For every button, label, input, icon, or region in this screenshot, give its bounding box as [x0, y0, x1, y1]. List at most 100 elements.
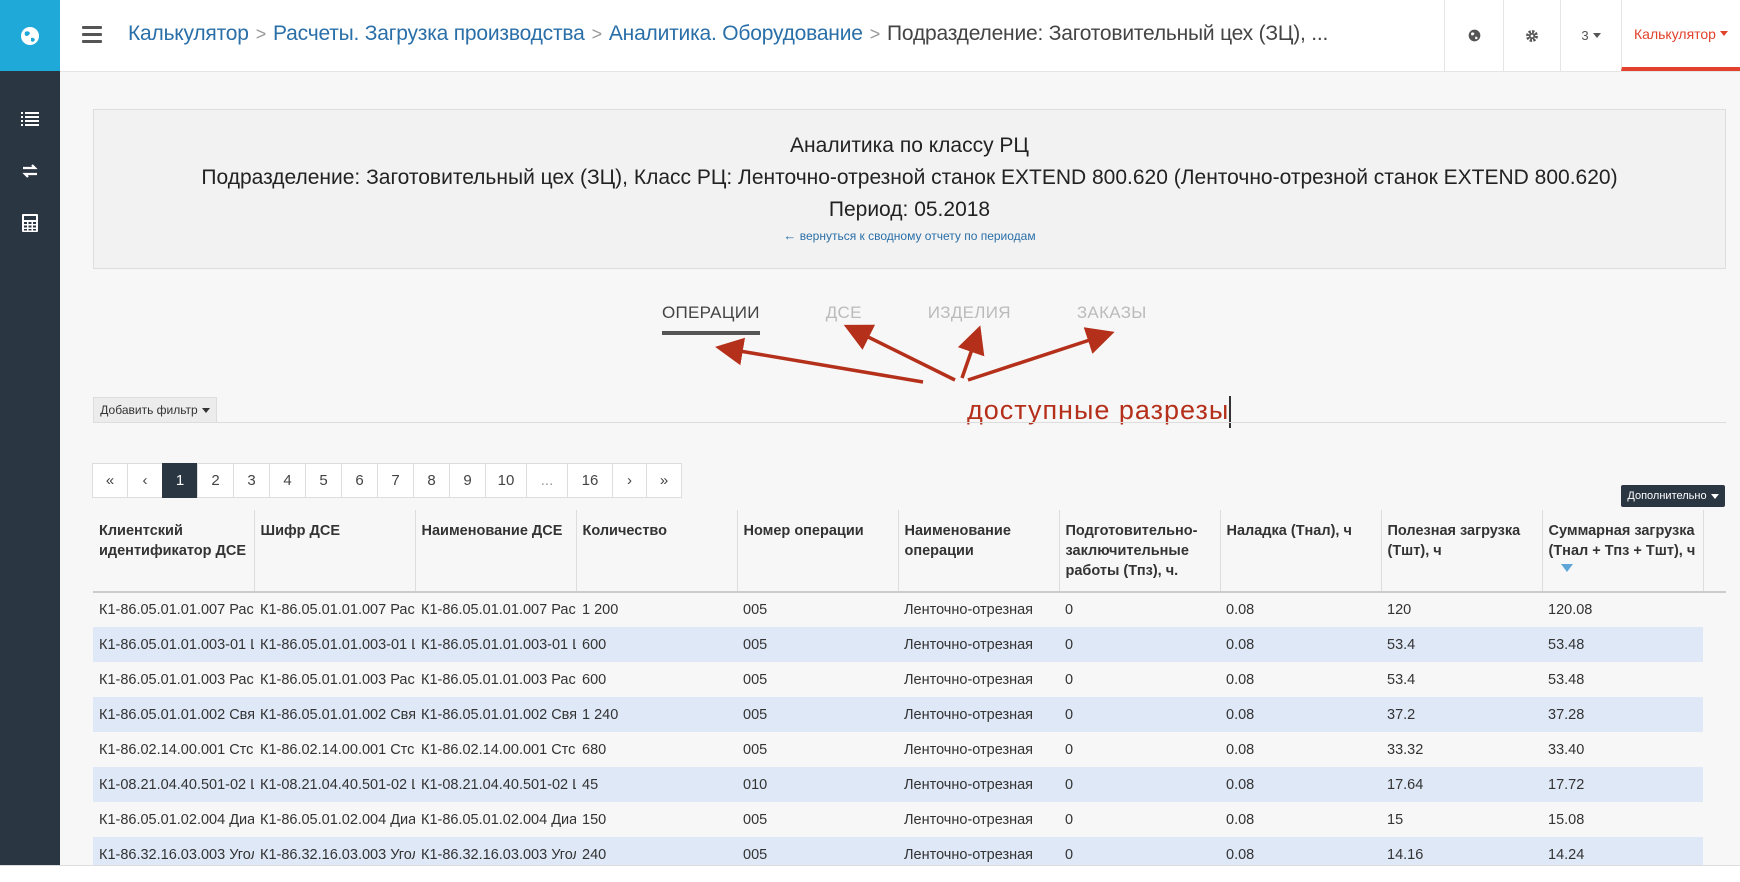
page-16[interactable]: 16: [567, 463, 613, 498]
table-row[interactable]: К1-86.02.14.00.001 Стс К1-86.02.14.00.001…: [93, 732, 1726, 767]
table-row[interactable]: К1-86.05.01.01.003 Рас К1-86.05.01.01.003…: [93, 662, 1726, 697]
annotation-arrow: [715, 337, 924, 384]
report-period: Период: 05.2018: [828, 198, 991, 221]
page-8[interactable]: 8: [413, 463, 450, 498]
breadcrumb: Калькулятор > Расчеты. Загрузка производст…: [128, 22, 1328, 46]
page-7[interactable]: 7: [377, 463, 414, 498]
globe-icon[interactable]: [1444, 0, 1503, 71]
chevron-right-icon: >: [869, 24, 881, 44]
bottom-bar: [0, 865, 1740, 882]
table-body: К1-86.05.01.01.007 Рас К1-86.05.01.01.007…: [93, 592, 1726, 872]
table-cell: К1-86.05.01.01.003 Рас: [99, 671, 254, 688]
pagination: « ‹ 1 2 3 4 5 6 7 8 9 10 ... 16 › »: [92, 463, 682, 498]
table-cell: 0.08: [1226, 741, 1255, 758]
column-header-sorted[interactable]: Суммарная загрузка (Тнал + Тпз + Тшт), ч: [1542, 510, 1704, 593]
page-prev[interactable]: ‹: [127, 463, 163, 498]
table-cell: 0: [1065, 811, 1074, 828]
more-options-label: Дополнительно: [1627, 490, 1707, 502]
page-3[interactable]: 3: [233, 463, 270, 498]
table-cell: 005: [737, 627, 898, 662]
column-header[interactable]: Полезная загрузка (Тшт), ч: [1381, 510, 1543, 593]
page-first[interactable]: «: [92, 463, 128, 498]
page-ellipsis: ...: [526, 463, 568, 498]
more-options-button[interactable]: Дополнительно: [1621, 485, 1725, 507]
table-row[interactable]: К1-86.05.01.01.007 Рас К1-86.05.01.01.007…: [93, 592, 1726, 627]
table-cell: 17.64: [1381, 767, 1542, 802]
page-10[interactable]: 10: [485, 463, 527, 498]
column-header[interactable]: Подготовительно-заключительные работы (Т…: [1059, 510, 1221, 593]
column-header[interactable]: Шифр ДСЕ: [254, 510, 416, 593]
add-filter-label: Добавить фильтр: [100, 403, 198, 417]
operations-table: Клиентский идентификатор ДСЕ Шифр ДСЕ На…: [93, 510, 1726, 872]
column-header[interactable]: Клиентский идентификатор ДСЕ: [93, 510, 255, 593]
table-row[interactable]: К1-86.05.01.01.002 Свя К1-86.05.01.01.002…: [93, 697, 1726, 732]
table-cell: 0: [1059, 627, 1220, 662]
page-next[interactable]: ›: [612, 463, 647, 498]
page-5[interactable]: 5: [305, 463, 342, 498]
table-cell: К1-86.05.01.02.004 Диа: [421, 811, 576, 828]
table-cell: К1-86.05.01.01.007 Рас: [260, 602, 415, 618]
page-9[interactable]: 9: [449, 463, 486, 498]
table-cell: Ленточно-отрезная: [904, 811, 1034, 828]
table-cell: 0.08: [1226, 811, 1255, 828]
table-cell: К1-86.02.14.00.001 Стс: [421, 741, 576, 758]
column-header[interactable]: Наладка (Тнал), ч: [1220, 510, 1382, 593]
page-last[interactable]: »: [646, 463, 682, 498]
table-cell: 1 200: [582, 602, 619, 618]
table-cell: К1-86.05.01.01.002 Свя: [254, 697, 415, 732]
page-6[interactable]: 6: [341, 463, 378, 498]
column-header[interactable]: Номер операции: [737, 510, 899, 593]
annotation-arrow: [967, 327, 1115, 382]
add-filter-button[interactable]: Добавить фильтр: [93, 397, 217, 423]
table-cell: Ленточно-отрезная: [904, 602, 1034, 618]
exchange-icon[interactable]: [0, 145, 60, 197]
list-icon[interactable]: [0, 93, 60, 145]
table-cell-spacer: [1703, 767, 1726, 802]
table-row[interactable]: К1-86.05.01.02.004 Диа К1-86.05.01.02.004…: [93, 802, 1726, 837]
page-1[interactable]: 1: [162, 463, 198, 498]
table-cell: К1-86.05.01.02.004 Диа: [99, 811, 254, 828]
table-cell: 17.72: [1542, 767, 1703, 802]
table-cell: 005: [743, 671, 768, 688]
table-row[interactable]: К1-86.05.01.01.003-01 Ш К1-86.05.01.01.00…: [93, 627, 1726, 662]
menu-toggle-icon[interactable]: [82, 26, 102, 44]
table-cell: 120.08: [1548, 602, 1593, 618]
column-header[interactable]: Наименование операции: [898, 510, 1060, 593]
table-cell: 0.08: [1226, 671, 1255, 688]
back-to-summary-link[interactable]: ← вернуться к сводному отчету по периода…: [94, 228, 1725, 243]
tab-operations[interactable]: ОПЕРАЦИИ: [662, 303, 760, 335]
table-row[interactable]: К1-08.21.04.40.501-02 Ш К1-08.21.04.40.50…: [93, 767, 1726, 802]
page-4[interactable]: 4: [269, 463, 306, 498]
table-cell: К1-86.05.01.01.003 Рас: [421, 671, 576, 688]
breadcrumb-link-calculations[interactable]: Расчеты. Загрузка производства: [273, 22, 585, 45]
page-2[interactable]: 2: [197, 463, 234, 498]
gear-icon[interactable]: [1503, 0, 1560, 71]
calculator-menu-dropdown[interactable]: Калькулятор: [1621, 0, 1740, 71]
table-cell: К1-86.05.01.01.003-01 Ш: [93, 627, 254, 662]
calculator-icon[interactable]: [0, 197, 60, 249]
tab-dse[interactable]: ДСЕ: [826, 303, 862, 335]
arrow-left-icon: ←: [783, 228, 797, 243]
logo-globe-icon[interactable]: [0, 0, 60, 71]
table-header-row: Клиентский идентификатор ДСЕ Шифр ДСЕ На…: [93, 510, 1726, 593]
tab-products[interactable]: ИЗДЕЛИЯ: [928, 303, 1011, 335]
table-cell: 37.2: [1381, 697, 1542, 732]
column-header[interactable]: Наименование ДСЕ: [415, 510, 577, 593]
table-cell: К1-86.05.01.02.004 Диа: [260, 811, 415, 828]
table-cell: К1-86.05.01.01.003-01 Ш: [254, 627, 415, 662]
back-link-label: вернуться к сводному отчету по периодам: [799, 229, 1036, 243]
table-cell: 0: [1065, 602, 1074, 618]
user-menu-dropdown[interactable]: 3: [1560, 0, 1621, 71]
table-cell: 005: [743, 602, 768, 618]
table-cell-spacer: [1703, 662, 1726, 697]
caret-down-icon: [1710, 493, 1719, 499]
table-cell: К1-08.21.04.40.501-02 Ш: [93, 767, 254, 802]
chevron-right-icon: >: [255, 24, 267, 44]
tab-orders[interactable]: ЗАКАЗЫ: [1077, 303, 1147, 335]
caret-down-icon: [1719, 31, 1728, 36]
column-header[interactable]: Количество: [576, 510, 738, 593]
breadcrumb-link-analytics[interactable]: Аналитика. Оборудование: [609, 22, 863, 45]
breadcrumb-link-calculator[interactable]: Калькулятор: [128, 22, 249, 45]
table-cell-spacer: [1703, 802, 1726, 837]
caret-down-icon: [201, 407, 210, 413]
